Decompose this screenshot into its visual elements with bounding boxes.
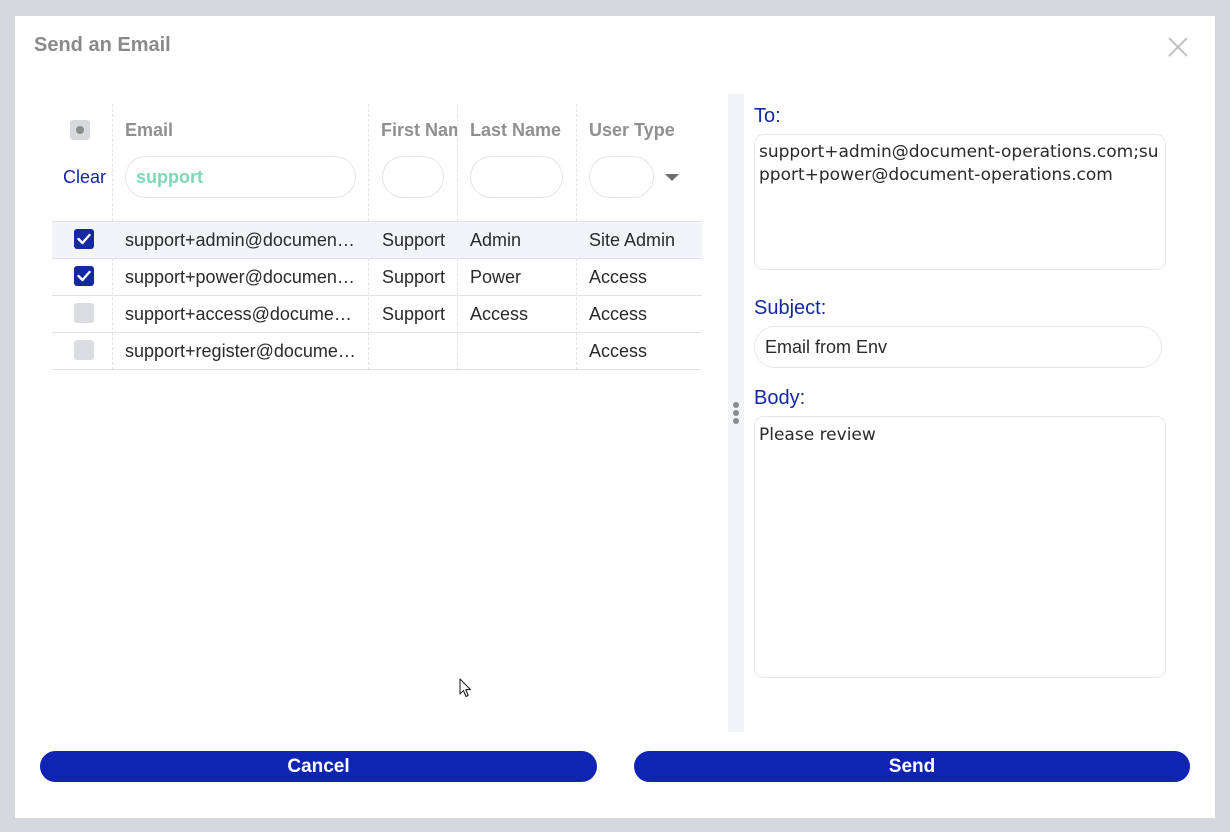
last-name-cell: Access — [470, 304, 529, 324]
column-header-email[interactable]: Email — [125, 120, 355, 141]
select-all-checkbox[interactable] — [70, 120, 90, 140]
checkmark-icon — [77, 270, 91, 282]
row-checkbox[interactable] — [74, 266, 94, 286]
to-field[interactable]: support+admin@document-operations.com;su… — [754, 134, 1166, 270]
grid-rows: support+admin@document-operations.com Su… — [52, 221, 702, 370]
panel-splitter[interactable] — [728, 94, 744, 732]
chevron-down-icon[interactable] — [665, 174, 679, 181]
table-row[interactable]: support+register@document-operations.com… — [52, 333, 702, 370]
drag-handle-icon — [733, 410, 739, 416]
column-header-first-name[interactable]: First Name — [381, 120, 457, 141]
row-checkbox[interactable] — [74, 340, 94, 360]
checkmark-icon — [77, 233, 91, 245]
email-cell: support+access@document-operations.com — [125, 304, 357, 324]
table-row[interactable]: support+admin@document-operations.com Su… — [52, 221, 702, 259]
clear-filters-link[interactable]: Clear — [63, 167, 106, 188]
table-row[interactable]: support+access@document-operations.com S… — [52, 296, 702, 333]
last-name-cell: Admin — [470, 230, 522, 250]
user-type-cell: Access — [589, 267, 648, 287]
email-cell: support+power@document-operations.com — [125, 267, 357, 287]
dialog-title: Send an Email — [34, 34, 171, 56]
first-name-cell: Support — [382, 230, 446, 250]
drag-handle-icon — [733, 402, 739, 408]
to-label: To: — [754, 105, 781, 127]
user-type-cell: Site Admin — [589, 230, 676, 250]
email-cell: support+admin@document-operations.com — [125, 230, 357, 250]
row-checkbox[interactable] — [74, 303, 94, 323]
dialog-content: Email First Name Last Name User Type Cle… — [40, 94, 1190, 732]
user-type-filter-select[interactable] — [589, 156, 654, 198]
recipients-grid: Email First Name Last Name User Type Cle… — [40, 94, 728, 732]
first-name-cell: Support — [382, 304, 446, 324]
column-header-user-type[interactable]: User Type — [589, 120, 699, 141]
close-icon[interactable] — [1167, 36, 1189, 58]
user-type-cell: Access — [589, 304, 648, 324]
first-name-filter-input[interactable] — [382, 156, 444, 198]
send-email-dialog: Send an Email Email First Name Last Name… — [15, 16, 1215, 818]
drag-handle-icon — [733, 418, 739, 424]
last-name-filter-input[interactable] — [470, 156, 563, 198]
email-form: To: support+admin@document-operations.co… — [744, 94, 1190, 732]
mouse-cursor-icon — [459, 678, 472, 698]
cancel-button[interactable]: Cancel — [40, 751, 597, 782]
column-header-last-name[interactable]: Last Name — [470, 120, 574, 141]
email-cell: support+register@document-operations.com — [125, 341, 357, 361]
subject-label: Subject: — [754, 297, 827, 319]
user-type-cell: Access — [589, 341, 648, 361]
last-name-cell: Power — [470, 267, 522, 287]
first-name-cell: Support — [382, 267, 446, 287]
subject-field[interactable]: Email from Env — [754, 326, 1162, 368]
send-button[interactable]: Send — [634, 751, 1190, 782]
email-filter-input[interactable] — [125, 156, 356, 198]
table-row[interactable]: support+power@document-operations.com Su… — [52, 259, 702, 296]
row-checkbox[interactable] — [74, 229, 94, 249]
body-field[interactable]: Please review — [754, 416, 1166, 678]
body-label: Body: — [754, 387, 806, 409]
